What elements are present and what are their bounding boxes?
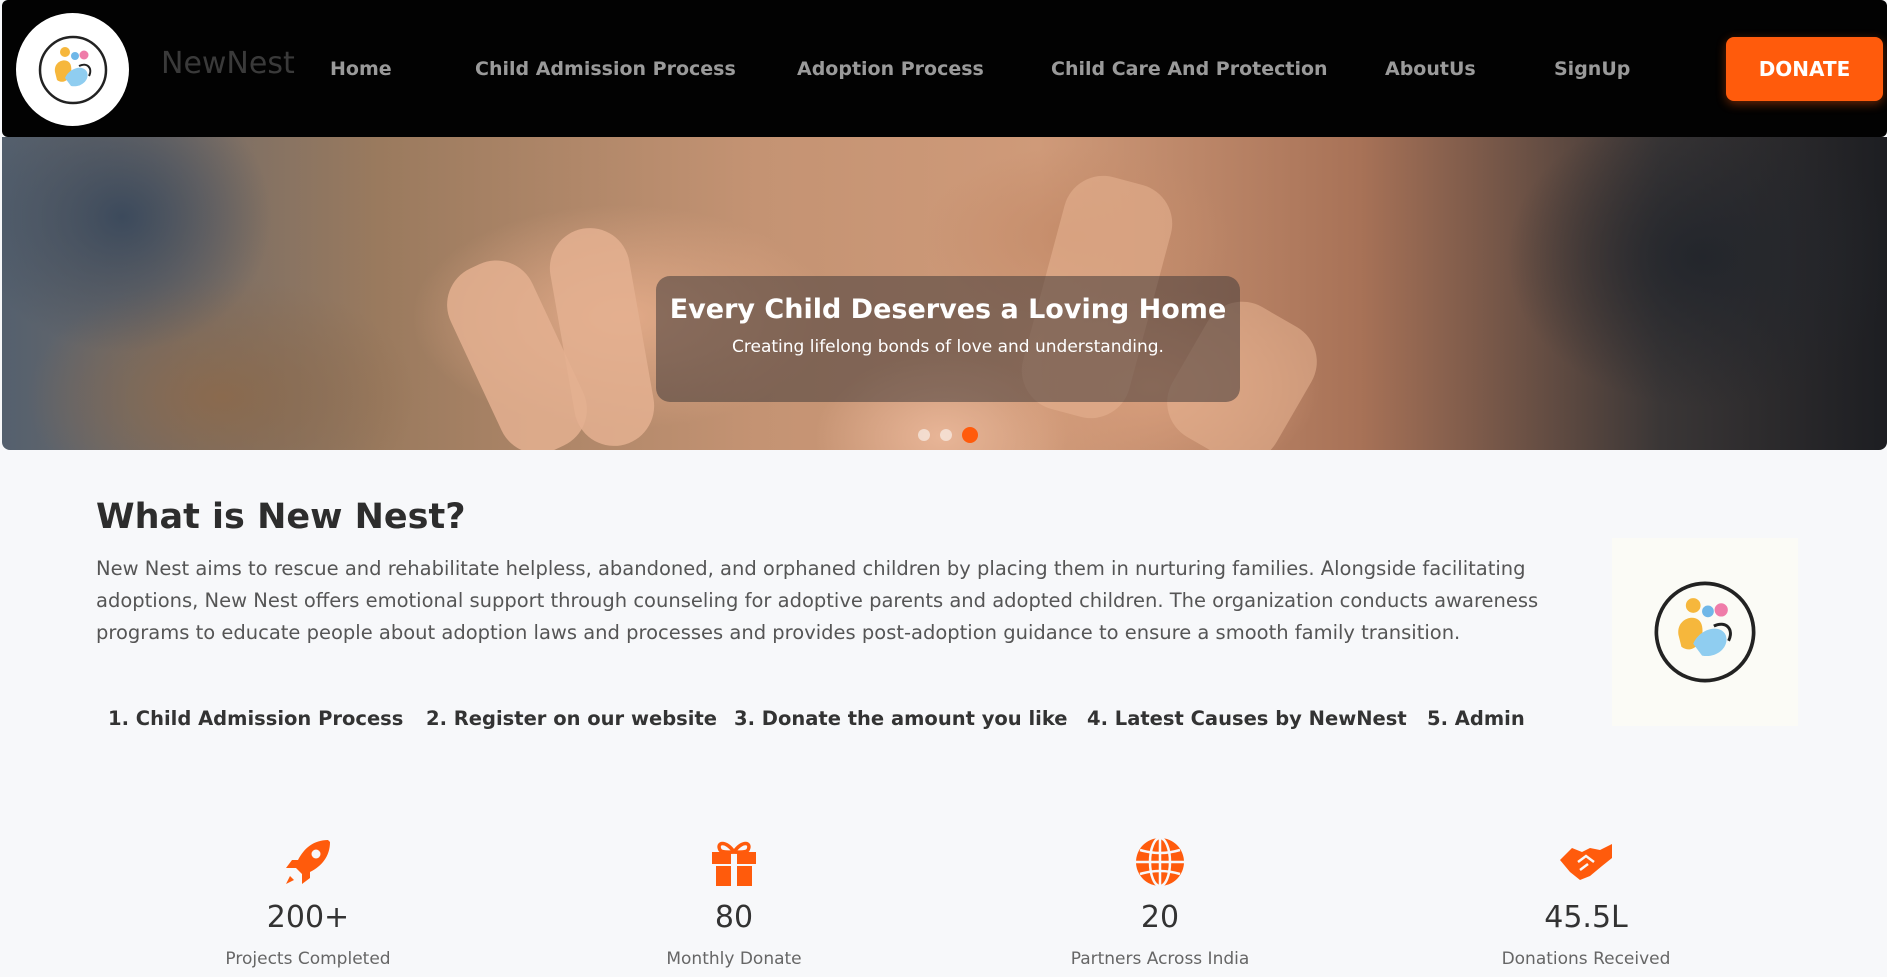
stat-label: Donations Received — [1501, 949, 1671, 969]
nav-child-care-and-protection[interactable]: Child Care And Protection — [1051, 0, 1328, 137]
hero-subtitle: Creating lifelong bonds of love and unde… — [732, 337, 1164, 357]
hero-caption: Every Child Deserves a Loving Home Creat… — [656, 276, 1240, 402]
globe-icon — [1136, 836, 1184, 888]
stat-projects: 200+ Projects Completed — [148, 836, 468, 969]
logo[interactable] — [16, 13, 129, 126]
hero-title: Every Child Deserves a Loving Home — [669, 294, 1227, 325]
carousel-indicators — [918, 427, 978, 443]
steps-list: 1. Child Admission Process 2. Register o… — [108, 707, 1525, 730]
nav-adoption-process[interactable]: Adoption Process — [797, 0, 984, 137]
step-admin[interactable]: 5. Admin — [1427, 707, 1525, 730]
stat-partners: 20 Partners Across India — [1000, 836, 1320, 969]
about-description: New Nest aims to rescue and rehabilitate… — [96, 557, 1539, 644]
nav-about-us[interactable]: AboutUs — [1385, 0, 1476, 137]
step-child-admission-process[interactable]: 1. Child Admission Process — [108, 707, 426, 730]
stat-label: Projects Completed — [225, 949, 391, 969]
brand-name[interactable]: NewNest — [161, 46, 295, 81]
newnest-logo-icon — [1654, 581, 1756, 683]
donate-button[interactable]: DONATE — [1726, 37, 1883, 101]
stat-monthly-donate: 80 Monthly Donate — [574, 836, 894, 969]
stat-donations: 45.5L Donations Received — [1426, 836, 1746, 969]
stat-value: 200+ — [266, 900, 350, 935]
step-latest-causes[interactable]: 4. Latest Causes by NewNest — [1087, 707, 1427, 730]
carousel-dot[interactable] — [918, 429, 930, 441]
about-logo-card — [1612, 538, 1798, 726]
stat-value: 45.5L — [1544, 900, 1628, 935]
carousel-dot[interactable] — [940, 429, 952, 441]
nav-home[interactable]: Home — [330, 0, 392, 137]
section-title: What is New Nest? — [96, 497, 466, 537]
rocket-icon — [286, 840, 330, 884]
gift-icon — [712, 841, 756, 886]
newnest-logo-icon — [38, 35, 107, 104]
stat-value: 20 — [1140, 900, 1180, 935]
stat-label: Monthly Donate — [666, 949, 802, 969]
carousel-dot-active[interactable] — [962, 427, 978, 443]
step-donate[interactable]: 3. Donate the amount you like — [734, 707, 1087, 730]
stat-value: 80 — [714, 900, 754, 935]
site-header: NewNest Home Child Admission Process Ado… — [2, 0, 1887, 137]
handshake-icon — [1560, 844, 1612, 880]
nav-sign-up[interactable]: SignUp — [1554, 0, 1630, 137]
stat-label: Partners Across India — [1070, 949, 1250, 969]
nav-child-admission-process[interactable]: Child Admission Process — [475, 0, 736, 137]
step-register[interactable]: 2. Register on our website — [426, 707, 734, 730]
